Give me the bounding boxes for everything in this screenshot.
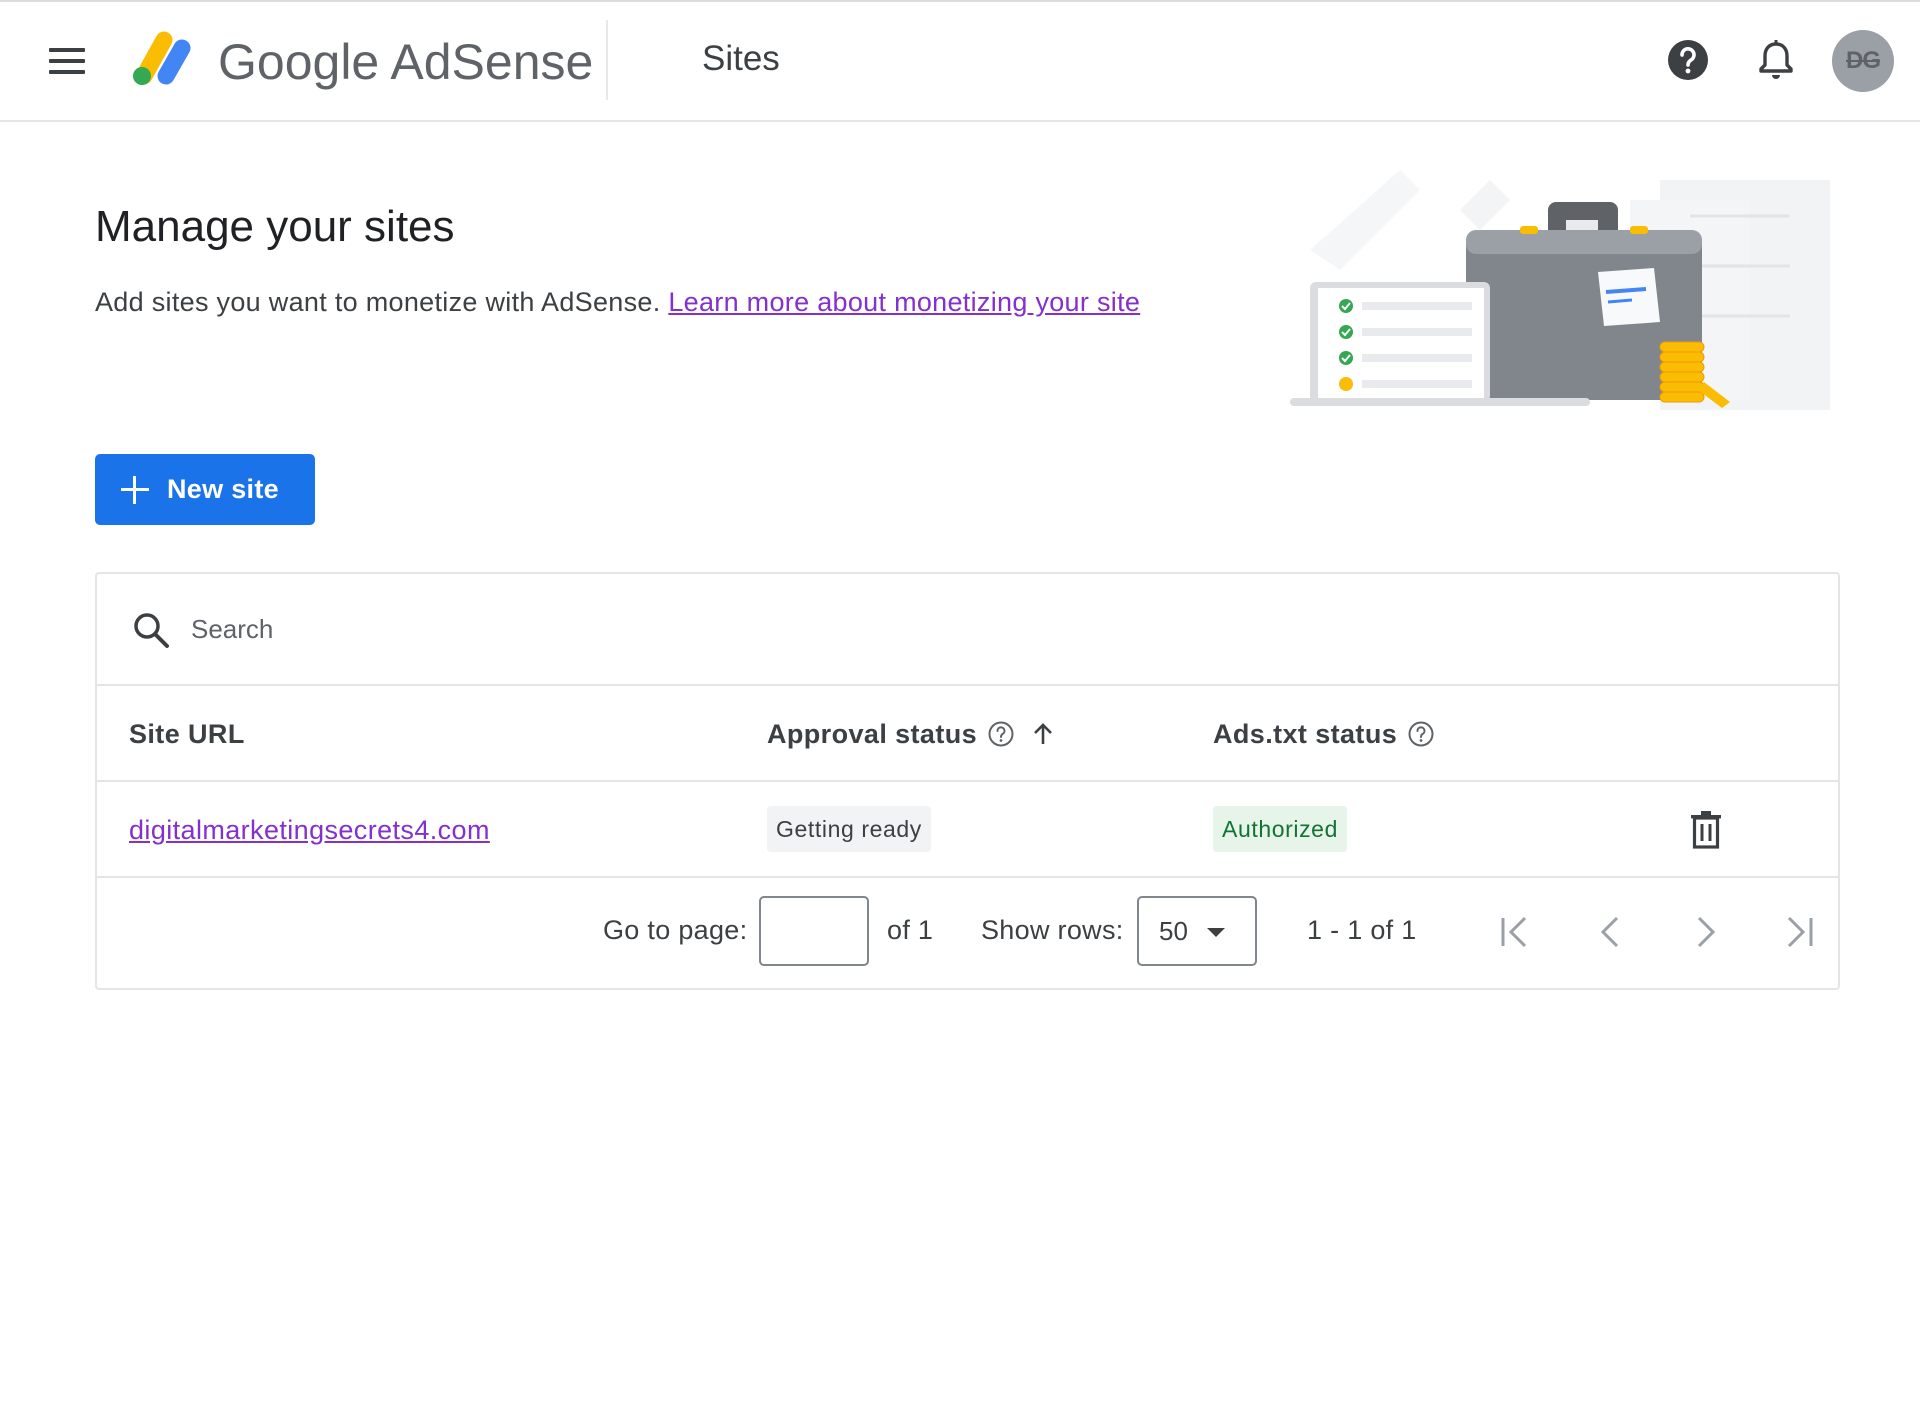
rows-per-page-value: 50 [1159, 916, 1188, 946]
help-outline-icon[interactable] [1407, 720, 1435, 748]
column-header-approval-status[interactable]: Approval status [767, 714, 1057, 754]
section-title: Manage your sites [95, 202, 455, 251]
sites-illustration [1290, 170, 1830, 410]
next-page-icon[interactable] [1683, 910, 1727, 954]
trash-icon[interactable] [1687, 810, 1725, 850]
table-header: Site URL Approval status Ads.txt status [97, 686, 1838, 782]
header-divider [606, 20, 608, 100]
plus-icon [121, 475, 149, 504]
go-to-page-label: Go to page: [603, 915, 748, 945]
bell-icon[interactable] [1754, 38, 1798, 82]
column-header-ads-txt-status[interactable]: Ads.txt status [1213, 714, 1435, 754]
first-page-icon[interactable] [1493, 910, 1537, 954]
rows-per-page-select[interactable]: 50 [1137, 896, 1257, 966]
caret-down-icon [1207, 928, 1225, 937]
table-row: digitalmarketingsecrets4.com Getting rea… [97, 782, 1838, 878]
arrow-up-icon[interactable] [1029, 720, 1057, 748]
avatar[interactable]: DG [1832, 30, 1894, 92]
total-pages-label: of 1 [887, 915, 934, 945]
page-title: Sites [702, 39, 780, 78]
site-url-link[interactable]: digitalmarketingsecrets4.com [129, 810, 490, 850]
search-icon [134, 613, 169, 648]
brand-wordmark: Google AdSense [218, 30, 593, 94]
top-app-bar: Google AdSense Sites DG [0, 0, 1920, 122]
column-label-approval-status: Approval status [767, 719, 978, 749]
page-range-label: 1 - 1 of 1 [1307, 915, 1417, 945]
last-page-icon[interactable] [1777, 910, 1821, 954]
column-label-ads-txt-status: Ads.txt status [1213, 719, 1398, 749]
adsense-logo-icon [133, 31, 191, 85]
new-site-label: New site [167, 474, 279, 504]
section-description: Add sites you want to monetize with AdSe… [95, 284, 1140, 320]
help-outline-icon[interactable] [987, 720, 1015, 748]
sites-table-card: Site URL Approval status Ads.txt status [95, 572, 1840, 990]
search-bar [97, 574, 1838, 686]
brand-google: Google [218, 34, 380, 90]
table-pagination: Go to page: of 1 Show rows: 50 1 - 1 of … [97, 878, 1838, 988]
menu-icon[interactable] [44, 42, 90, 82]
new-site-button[interactable]: New site [95, 454, 315, 525]
show-rows-label: Show rows: [981, 915, 1124, 945]
learn-more-link[interactable]: Learn more about monetizing your site [668, 287, 1140, 317]
search-input[interactable] [189, 604, 1689, 654]
brand-product: AdSense [390, 34, 594, 90]
description-text: Add sites you want to monetize with AdSe… [95, 287, 661, 317]
ads-txt-status-badge: Authorized [1213, 806, 1347, 852]
column-label-site-url: Site URL [129, 719, 245, 749]
go-to-page-input[interactable] [759, 896, 869, 966]
help-icon[interactable] [1666, 38, 1710, 82]
approval-status-badge: Getting ready [767, 806, 931, 852]
previous-page-icon[interactable] [1589, 910, 1633, 954]
column-header-site-url[interactable]: Site URL [129, 714, 245, 754]
